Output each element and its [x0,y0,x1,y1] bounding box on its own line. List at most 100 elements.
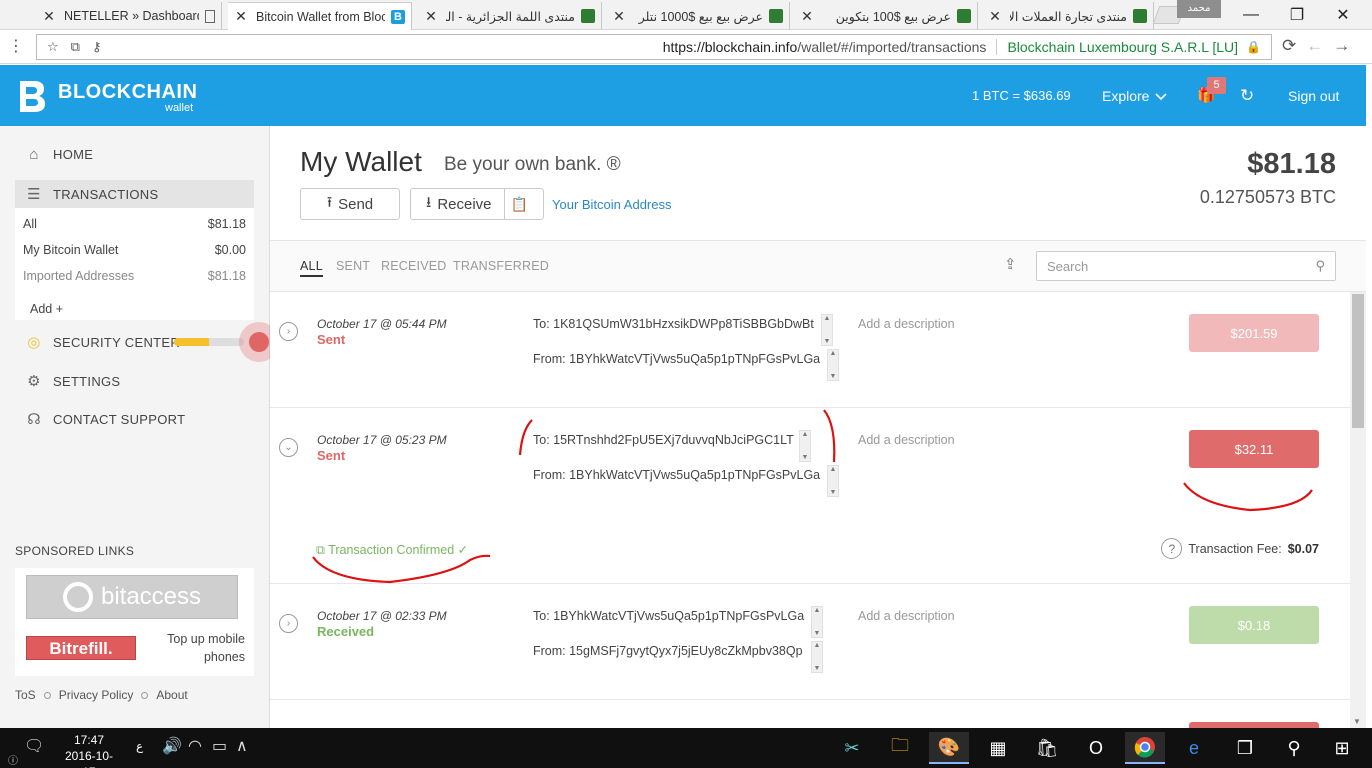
chevron-down-icon [1155,88,1168,104]
volume-icon[interactable]: 🔊 [162,736,182,756]
refresh-icon[interactable]: ↻ [1240,86,1254,106]
clock[interactable]: 17:47 2016-10-17 [60,732,118,768]
action-center-icon[interactable]: 🗨 [24,736,44,756]
lock-icon[interactable]: 🔒 [1246,40,1261,54]
tx-from-address[interactable]: From: 15gMSFj7gvytQyx7j5jEUy8cZkMpbv38Qp [533,644,809,658]
forward-icon[interactable]: → [1333,36,1350,56]
transaction-row[interactable]: › October 17 @ 02:33 PM Received To: 1BY… [270,584,1350,700]
transaction-row[interactable]: › October 17 @ 05:44 PM Sent To: 1K81QSU… [270,292,1350,408]
chrome-icon[interactable] [1125,732,1165,764]
edge-icon[interactable]: e [1174,732,1214,764]
browser-tab-neteller[interactable]: ✕ NETELLER » Dashboard [36,2,222,30]
wifi-icon[interactable]: ◠ [188,736,202,756]
browser-tab-forum-4[interactable]: ✕ منتدى تجارة العملات الإلك [982,2,1154,30]
tx-description[interactable]: Add a description [858,317,955,331]
close-tab-icon[interactable]: ✕ [42,8,56,25]
back-icon[interactable]: ← [1306,36,1323,56]
store-icon[interactable]: 🛍 [1027,732,1067,764]
tx-amount[interactable]: $201.59 [1189,314,1319,352]
tx-to-address[interactable]: To: 15RTnshhd2FpU5EXj7duvvqNbJciPGC1LT [533,433,801,447]
about-link[interactable]: About [156,688,187,702]
calculator-icon[interactable]: ▦ [978,732,1018,764]
tx-description[interactable]: Add a description [858,433,955,447]
add-account-button[interactable]: Add + [30,302,63,316]
key-icon[interactable]: ⚷ [92,39,102,55]
windows-start-icon[interactable]: ⊞ [1322,732,1362,764]
battery-icon[interactable]: ▭ [212,736,227,756]
chevron-right-icon[interactable]: › [279,614,298,633]
sign-out-link[interactable]: Sign out [1288,88,1339,104]
sidebar-item-home[interactable]: ⌂ HOME [25,146,93,163]
search-icon[interactable]: ⚲ [1274,732,1314,764]
paint-icon[interactable]: 🎨 [929,732,969,764]
tx-to-address[interactable]: To: 1BYhkWatcVTjVws5uQa5p1pTNpFGsPvLGa [533,609,809,623]
balance-btc[interactable]: 0.12750573 BTC [1200,187,1336,208]
scrollbar[interactable]: ▼ [1350,292,1366,728]
help-icon[interactable]: ? [1161,538,1183,559]
privacy-policy-link[interactable]: Privacy Policy [59,688,134,702]
opera-icon[interactable]: O [1076,732,1116,764]
sidebar-item-transactions[interactable]: ☰ TRANSACTIONS [25,185,158,203]
tos-link[interactable]: ToS [15,688,36,702]
bitrefill-ad[interactable]: Bitrefill. [26,636,136,660]
transaction-confirmed-link[interactable]: ⧉ Transaction Confirmed ✓ [316,542,468,558]
send-button[interactable]: ⭱ Send [300,188,400,220]
tab-title: NETELLER » Dashboard [64,9,199,23]
account-all[interactable]: All $81.18 [23,217,246,231]
task-view-icon[interactable]: ❒ [1225,732,1265,764]
tx-from-address[interactable]: From: 1BYhkWatcVTjVws5uQa5p1pTNpFGsPvLGa [533,468,825,482]
receive-button[interactable]: ⭳ Receive 📋 [410,188,544,220]
sidebar-item-security-center[interactable]: ◎ SECURITY CENTER [25,333,180,351]
window-close-icon[interactable]: ✕ [1320,0,1366,30]
gear-icon: ⚙ [27,373,41,390]
tx-to-address[interactable]: To: 1K81QSUmW31bHzxsikDWPp8TiSBBGbDwBt [533,317,819,331]
maximize-icon[interactable]: ❐ [1274,0,1320,30]
tab-received[interactable]: RECEIVED [381,259,447,273]
tx-from-address[interactable]: From: 1BYhkWatcVTjVws5uQa5p1pTNpFGsPvLGa [533,352,825,366]
clipboard-icon[interactable]: 📋 [511,196,528,213]
info-icon[interactable]: ⓘ [8,752,18,767]
browser-tab-forum-3[interactable]: ✕ عرض بيع $100 بتكوين [794,2,978,30]
tx-description[interactable]: Add a description [858,609,955,623]
browser-tab-forum-2[interactable]: ✕ عرض بيع بيع $1000 نتلر [606,2,790,30]
sidebar-item-contact-support[interactable]: ☊ CONTACT SUPPORT [25,410,185,428]
blockchain-logo-icon[interactable] [14,78,48,114]
sidebar-item-settings[interactable]: ⚙ SETTINGS [25,372,120,390]
snipping-tool-icon[interactable]: ✂ [832,732,872,764]
minimize-icon[interactable]: — [1228,0,1274,30]
account-imported-addresses[interactable]: Imported Addresses $81.18 [23,269,246,283]
reload-icon[interactable]: ⟳ [1282,36,1296,56]
balance-usd[interactable]: $81.18 [1247,148,1336,181]
transaction-row[interactable]: ⌄ October 17 @ 05:23 PM Sent To: 15RTnsh… [270,408,1350,584]
tab-sent[interactable]: SENT [336,259,370,273]
chevron-down-icon[interactable]: ⌄ [279,438,298,457]
tx-amount[interactable]: $32.11 [1189,430,1319,468]
language-indicator[interactable]: ع [136,739,143,753]
close-tab-icon[interactable]: ✕ [234,8,248,25]
tab-all[interactable]: ALL [300,259,323,277]
close-tab-icon[interactable]: ✕ [800,8,814,25]
close-tab-icon[interactable]: ✕ [612,8,626,25]
close-tab-icon[interactable]: ✕ [424,8,438,25]
browser-menu-icon[interactable]: ⋮ [8,36,24,56]
search-input[interactable]: Search ⚲ [1036,251,1336,281]
btc-rate[interactable]: 1 BTC = $636.69 [972,88,1071,103]
bitaccess-ad[interactable]: bitaccess [26,575,238,619]
chevron-right-icon[interactable]: › [279,322,298,341]
browser-tab-blockchain[interactable]: ✕ Bitcoin Wallet from Bloc B [228,2,412,30]
account-my-bitcoin-wallet[interactable]: My Bitcoin Wallet $0.00 [23,243,246,257]
bookmark-star-icon[interactable]: ☆ [47,39,59,55]
close-tab-icon[interactable]: ✕ [988,8,1002,25]
browser-tab-forum-1[interactable]: ✕ منتدى اللمة الجزائرية - الت [418,2,602,30]
explore-menu[interactable]: Explore [1102,88,1168,104]
bitrefill-description: Top up mobile phones [167,632,245,664]
chevron-up-icon[interactable]: ∧ [236,736,248,756]
browser-user-button[interactable]: محمد [1177,0,1221,18]
export-icon[interactable]: ⇪ [1004,255,1017,273]
tab-transferred[interactable]: TRANSFERRED [453,259,549,273]
your-bitcoin-address-link[interactable]: Your Bitcoin Address [552,197,671,212]
tx-amount[interactable]: $0.18 [1189,606,1319,644]
file-explorer-icon[interactable]: 🗀 [880,732,920,764]
url-bar[interactable]: ☆ ⧉ ⚷ https://blockchain.info/wallet/#/i… [36,34,1272,60]
extension-icon[interactable]: ⧉ [71,39,80,55]
